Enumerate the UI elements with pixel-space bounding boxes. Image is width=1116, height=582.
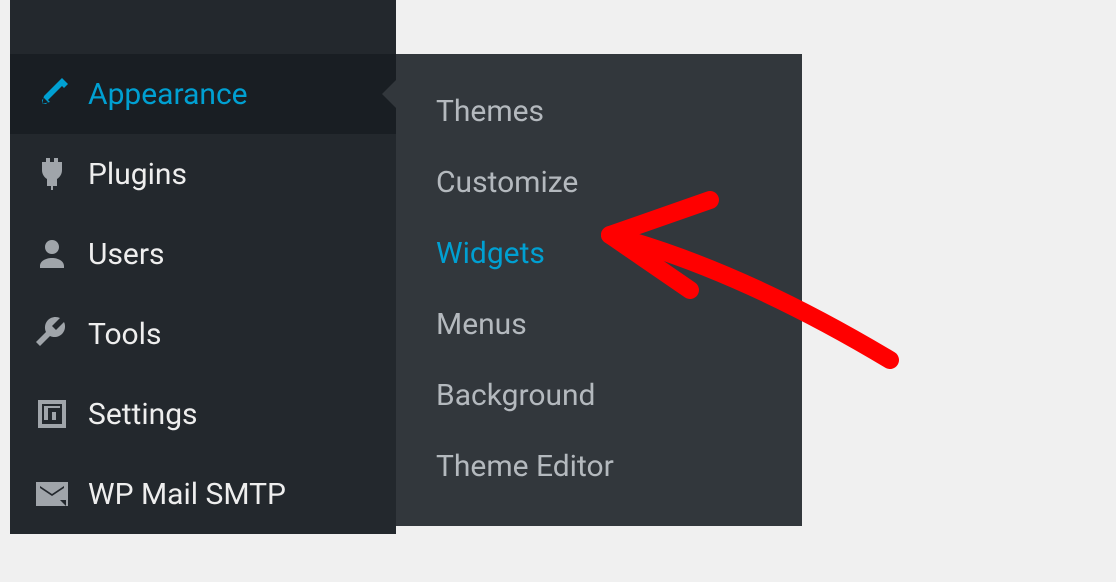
submenu-item-themes[interactable]: Themes: [396, 76, 802, 147]
sidebar-item-plugins[interactable]: Plugins: [10, 134, 396, 214]
sidebar-item-users[interactable]: Users: [10, 214, 396, 294]
menu-label: Appearance: [88, 77, 248, 112]
plug-icon: [30, 152, 74, 196]
submenu-item-widgets[interactable]: Widgets: [396, 218, 802, 289]
menu-label: Tools: [88, 317, 161, 352]
submenu-item-menus[interactable]: Menus: [396, 289, 802, 360]
submenu-item-theme-editor[interactable]: Theme Editor: [396, 431, 802, 502]
sidebar-item-tools[interactable]: Tools: [10, 294, 396, 374]
menu-label: Settings: [88, 397, 198, 432]
sliders-icon: [30, 392, 74, 436]
submenu-item-customize[interactable]: Customize: [396, 147, 802, 218]
submenu-label: Theme Editor: [436, 449, 614, 484]
menu-label: Users: [88, 237, 165, 272]
submenu-label: Menus: [436, 307, 527, 342]
submenu-label: Customize: [436, 165, 578, 200]
submenu-item-background[interactable]: Background: [396, 360, 802, 431]
submenu-label: Widgets: [436, 236, 545, 271]
user-icon: [30, 232, 74, 276]
submenu-label: Background: [436, 378, 595, 413]
menu-label: Plugins: [88, 157, 187, 192]
sidebar-item-appearance[interactable]: Appearance: [10, 54, 396, 134]
appearance-submenu: Themes Customize Widgets Menus Backgroun…: [396, 54, 802, 526]
admin-sidebar: Appearance Plugins Users Tools Settings …: [10, 0, 396, 534]
sidebar-item-settings[interactable]: Settings: [10, 374, 396, 454]
mail-icon: [30, 472, 74, 516]
sidebar-spacer: [10, 0, 396, 54]
wrench-icon: [30, 312, 74, 356]
brush-icon: [30, 72, 74, 116]
submenu-label: Themes: [436, 94, 544, 129]
sidebar-item-wp-mail-smtp[interactable]: WP Mail SMTP: [10, 454, 396, 534]
menu-label: WP Mail SMTP: [88, 477, 286, 512]
